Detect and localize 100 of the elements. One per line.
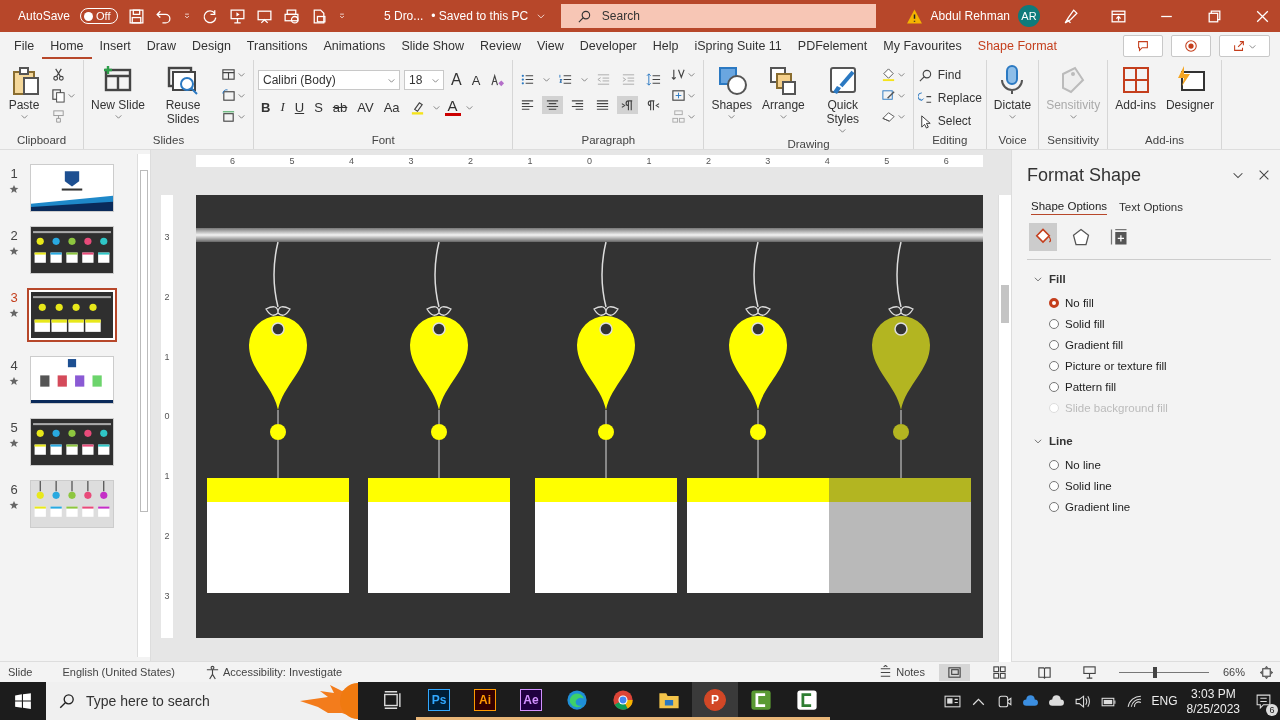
menu-tab[interactable]: Review	[471, 32, 529, 60]
font-size-combo[interactable]: 18	[404, 70, 445, 90]
clock-date[interactable]: 8/25/2023	[1186, 701, 1240, 716]
windows-logo-icon[interactable]	[14, 692, 32, 710]
italic-button[interactable]: I	[277, 99, 288, 115]
menu-tab[interactable]: Animations	[315, 32, 394, 60]
monitor-icon[interactable]	[228, 7, 246, 25]
justify-icon[interactable]	[595, 97, 611, 113]
option-label[interactable]: Picture or texture fill	[1065, 359, 1167, 372]
radio-button[interactable]	[1049, 459, 1059, 470]
radio-button[interactable]	[1049, 297, 1059, 308]
font-color-button[interactable]: A	[444, 98, 461, 116]
ribbon-button[interactable]: Dictate	[990, 62, 1035, 123]
book-icon[interactable]	[1036, 664, 1052, 680]
clock-time[interactable]: 3:03 PM	[1190, 686, 1236, 701]
spacing-button[interactable]: AV	[354, 99, 377, 115]
option-label[interactable]: Pattern fill	[1065, 380, 1117, 393]
record-icon[interactable]	[1184, 39, 1198, 53]
save-icon[interactable]	[127, 7, 145, 25]
radio-button[interactable]	[1049, 480, 1059, 491]
chevron-icon[interactable]	[1033, 436, 1043, 446]
font-name-combo[interactable]: Calibri (Body)	[258, 70, 401, 90]
menu-tab[interactable]: iSpring Suite 11	[686, 32, 790, 60]
strikethrough-button[interactable]: ab	[329, 99, 351, 115]
section-icon[interactable]	[221, 108, 237, 124]
slide-sorter-icon[interactable]	[991, 664, 1007, 680]
change-case-button[interactable]: Aa	[380, 99, 403, 115]
menu-tab[interactable]: Design	[183, 32, 239, 60]
option-label[interactable]: Solid fill	[1065, 317, 1105, 330]
scrollbar[interactable]	[998, 195, 1011, 662]
shrink-font-button[interactable]: A	[468, 72, 484, 88]
paint-bucket-icon[interactable]	[880, 66, 896, 82]
menu-tab[interactable]: PDFelement	[789, 32, 876, 60]
ribbon-button[interactable]: Replace	[917, 88, 982, 108]
chevron-icon[interactable]	[1033, 274, 1043, 284]
right-to-left-icon[interactable]	[645, 97, 661, 113]
search-box[interactable]: Type here to search	[46, 682, 358, 720]
brush-icon[interactable]	[1062, 7, 1080, 25]
projector-screen-icon[interactable]	[1081, 664, 1097, 680]
align-right-icon[interactable]	[570, 97, 586, 113]
ribbon-button[interactable]: Add-ins	[1112, 62, 1159, 114]
c-letter-square-icon[interactable]	[796, 688, 818, 711]
menu-tab[interactable]: Help	[644, 32, 687, 60]
option-label[interactable]: Solid line	[1065, 479, 1112, 492]
eraser-letter-icon[interactable]	[490, 72, 506, 88]
bold-button[interactable]: B	[258, 99, 274, 115]
copy-icon[interactable]	[51, 87, 66, 103]
app-icon[interactable]: Ps	[428, 688, 450, 711]
menu-tab[interactable]: Transitions	[238, 32, 316, 60]
font-size-field[interactable]: 18	[409, 73, 432, 87]
ribbon-button[interactable]: Paste	[4, 62, 44, 123]
input-language[interactable]: ENG	[1151, 694, 1178, 708]
ribbon-button[interactable]: Find	[917, 65, 982, 85]
option-label[interactable]: Gradient fill	[1065, 338, 1124, 351]
speech-bubble-icon[interactable]	[1255, 692, 1272, 710]
ribbon-button[interactable]: Designer	[1162, 62, 1217, 114]
size-properties-icon[interactable]	[1109, 227, 1129, 247]
radio-button[interactable]	[1049, 360, 1059, 371]
app-icon[interactable]: P	[704, 688, 726, 711]
task-view-icon[interactable]	[382, 688, 404, 711]
line-spacing-icon[interactable]	[646, 71, 662, 87]
comment-icon[interactable]	[1136, 39, 1150, 53]
section-title[interactable]: Line	[1049, 435, 1073, 447]
ribbon-button[interactable]: Arrange	[759, 62, 808, 123]
menu-tab[interactable]: Insert	[91, 32, 139, 60]
slider-thumb[interactable]	[1152, 666, 1157, 678]
menu-tab[interactable]: Developer	[571, 32, 645, 60]
swirl-circle-icon[interactable]	[566, 688, 588, 711]
share-icon[interactable]	[1232, 39, 1246, 53]
menu-tab[interactable]: View	[528, 32, 572, 60]
align-center-icon[interactable]	[545, 97, 561, 113]
grow-font-button[interactable]: A	[448, 71, 465, 89]
pane-tab[interactable]: Shape Options	[1031, 200, 1108, 215]
option-label[interactable]: No line	[1065, 458, 1101, 471]
pencil-icon[interactable]	[880, 87, 896, 103]
highlighter-icon[interactable]	[409, 99, 425, 115]
option-label[interactable]: No fill	[1065, 296, 1094, 309]
menu-tab[interactable]: Draw	[138, 32, 184, 60]
reset-icon[interactable]	[221, 87, 237, 103]
shadow-button[interactable]: S	[311, 99, 326, 115]
menu-tab[interactable]: My Favourites	[875, 32, 970, 60]
normal-view-icon[interactable]	[946, 664, 962, 680]
menu-tab[interactable]: File	[6, 32, 43, 60]
menu-tab[interactable]: Shape Format	[969, 32, 1066, 60]
ribbon-button[interactable]: New Slide	[88, 62, 149, 123]
ribbon-button[interactable]: Select	[917, 111, 982, 131]
pentagon-icon[interactable]	[1071, 227, 1091, 247]
c-letter-square-icon[interactable]	[750, 688, 772, 711]
printer-icon[interactable]	[282, 7, 300, 25]
align-left-icon[interactable]	[520, 97, 536, 113]
option-label[interactable]: Gradient line	[1065, 500, 1131, 513]
radio-button[interactable]	[1049, 501, 1059, 512]
app-icon[interactable]: Ae	[520, 688, 542, 711]
zoom-level[interactable]: 66%	[1222, 666, 1245, 678]
slide-thumbnail[interactable]	[27, 288, 117, 342]
language[interactable]: English (United States)	[62, 666, 175, 678]
section-title[interactable]: Fill	[1049, 273, 1066, 285]
radio-button[interactable]	[1049, 318, 1059, 329]
scroll-thumb[interactable]	[140, 170, 148, 512]
avatar[interactable]: AR	[1018, 5, 1040, 27]
